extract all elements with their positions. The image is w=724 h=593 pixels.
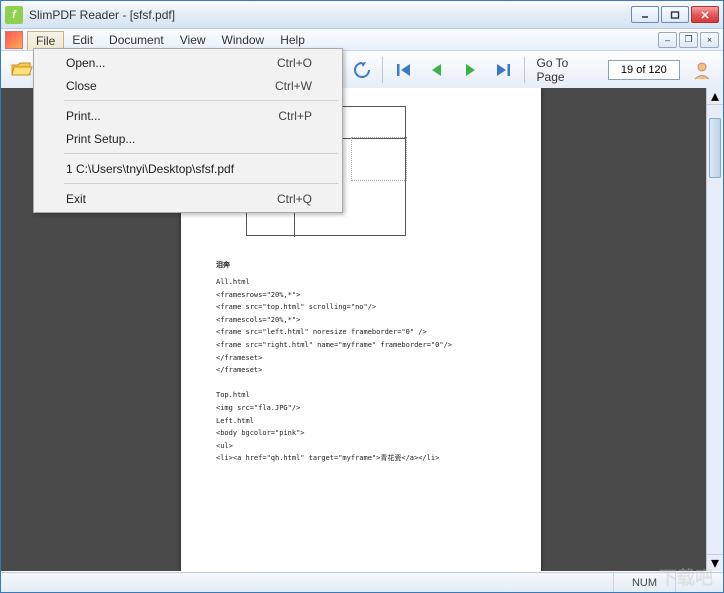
- menu-item-print-setup[interactable]: Print Setup...: [36, 127, 340, 150]
- file-menu-dropdown: Open...Ctrl+O CloseCtrl+W Print...Ctrl+P…: [33, 48, 343, 213]
- app-icon: f: [5, 6, 23, 24]
- mdi-minimize-button[interactable]: –: [658, 32, 677, 48]
- titlebar: f SlimPDF Reader - [sfsf.pdf]: [1, 1, 723, 29]
- menu-item-open[interactable]: Open...Ctrl+O: [36, 51, 340, 74]
- menu-window[interactable]: Window: [214, 29, 273, 50]
- menu-document[interactable]: Document: [101, 29, 172, 50]
- close-button[interactable]: [691, 6, 719, 23]
- page-number-input[interactable]: [608, 60, 680, 80]
- menu-item-exit[interactable]: ExitCtrl+Q: [36, 187, 340, 210]
- menu-separator: [64, 183, 338, 184]
- window-title: SlimPDF Reader - [sfsf.pdf]: [29, 8, 629, 22]
- minimize-button[interactable]: [631, 6, 659, 23]
- mdi-restore-button[interactable]: ❐: [679, 32, 698, 48]
- rotate-right-button[interactable]: [347, 55, 376, 85]
- open-file-button[interactable]: [7, 55, 36, 85]
- status-num-indicator: NUM: [613, 573, 675, 592]
- scroll-down-button[interactable]: ▾: [707, 554, 723, 571]
- menu-separator: [64, 153, 338, 154]
- mdi-close-button[interactable]: ×: [700, 32, 719, 48]
- toolbar-separator: [382, 57, 383, 83]
- menu-edit[interactable]: Edit: [64, 29, 101, 50]
- last-page-button[interactable]: [488, 55, 517, 85]
- scroll-thumb[interactable]: [709, 118, 721, 178]
- first-page-button[interactable]: [389, 55, 418, 85]
- maximize-button[interactable]: [661, 6, 689, 23]
- toolbar-separator: [524, 57, 525, 83]
- prev-page-button[interactable]: [422, 55, 451, 85]
- document-content: All.html <framesrows="20%,*"> <frame src…: [216, 276, 506, 465]
- menu-view[interactable]: View: [172, 29, 214, 50]
- goto-page-label: Go To Page: [537, 56, 598, 84]
- statusbar: NUM 下载吧: [1, 572, 723, 592]
- doc-icon: [5, 31, 23, 49]
- menu-help[interactable]: Help: [272, 29, 313, 50]
- menu-item-print[interactable]: Print...Ctrl+P: [36, 104, 340, 127]
- menu-item-recent-1[interactable]: 1 C:\Users\tnyi\Desktop\sfsf.pdf: [36, 157, 340, 180]
- user-button[interactable]: [688, 55, 717, 85]
- scroll-up-button[interactable]: ▴: [707, 88, 723, 105]
- menu-item-close[interactable]: CloseCtrl+W: [36, 74, 340, 97]
- vertical-scrollbar[interactable]: ▴ ▾: [706, 88, 723, 571]
- menu-separator: [64, 100, 338, 101]
- next-page-button[interactable]: [455, 55, 484, 85]
